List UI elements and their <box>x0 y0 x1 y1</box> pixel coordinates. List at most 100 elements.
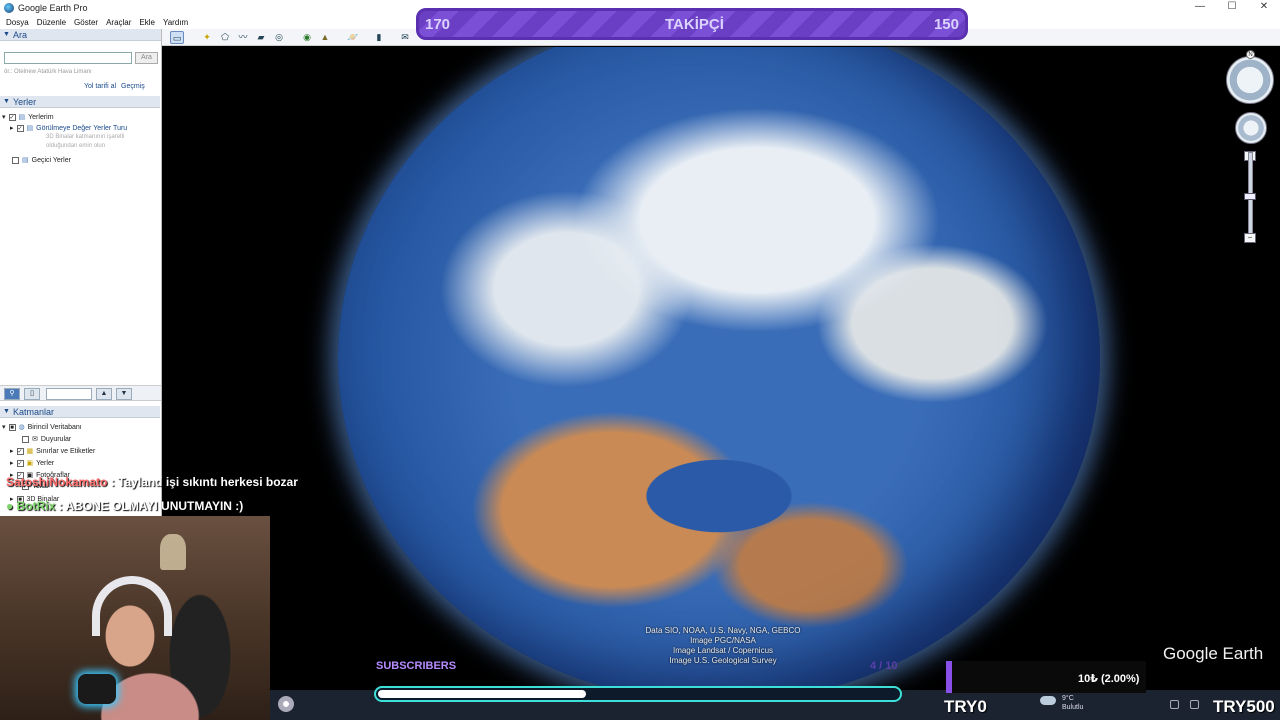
planets-icon[interactable]: 🪐 <box>346 31 360 44</box>
historical-imagery-icon[interactable]: ▲ <box>318 31 332 44</box>
donation-target: TRY500 <box>1213 697 1275 716</box>
start-button-icon[interactable] <box>278 696 294 712</box>
checkbox[interactable]: ■ <box>8 423 16 431</box>
microphone <box>78 674 116 704</box>
chat-message: SatoshiNokamato : Tayland işi sıkıntı he… <box>6 475 298 489</box>
headset <box>92 576 172 636</box>
donation-current: TRY0 <box>944 697 987 716</box>
ceiling-lamp <box>160 534 186 570</box>
expand-arrow-icon[interactable]: ▸ <box>10 459 14 467</box>
tree-item-sightseeing-tour[interactable]: ▸ ✓ ▤ Görülmeye Değer Yerler Turu <box>10 124 127 132</box>
donation-goal-text: 10₺ (2.00%) <box>1078 673 1140 685</box>
folder-icon: ▤ <box>22 157 29 164</box>
overlay-icon[interactable]: ▰ <box>254 31 268 44</box>
layers-section-header[interactable]: ▼ Katmanlar <box>0 406 160 418</box>
close-button[interactable]: ✕ <box>1248 0 1280 15</box>
tour-note-line2: olduğundan emin olun <box>46 143 106 149</box>
left-sidebar: ▼ Ara Ara ör.: Otelnew Atatürk Hava Lima… <box>0 29 162 549</box>
bot-badge-icon: ● <box>6 499 14 513</box>
chat-username: BotRix <box>16 499 56 513</box>
ruler-icon[interactable]: ▮ <box>372 31 386 44</box>
menu-file[interactable]: Dosya <box>6 18 29 27</box>
earth-viewport[interactable]: Data SIO, NOAA, U.S. Navy, NGA, GEBCO Im… <box>163 47 1280 690</box>
layer-borders-labels[interactable]: ▸ ✓ ▦ Sınırlar ve Etiketler <box>10 447 95 455</box>
google-earth-logo: Google Earth <box>1163 644 1264 663</box>
checkbox[interactable]: ✓ <box>8 113 16 121</box>
menu-help[interactable]: Yardım <box>163 18 188 27</box>
google-earth-app-icon <box>4 2 14 13</box>
checkbox[interactable] <box>12 156 19 164</box>
menu-add[interactable]: Ekle <box>139 18 155 27</box>
network-tray-icon[interactable] <box>1190 700 1199 709</box>
donation-accent <box>946 661 952 693</box>
globe-icon: ◍ <box>18 424 25 431</box>
checkbox[interactable]: ✓ <box>16 124 24 132</box>
north-indicator[interactable]: N <box>1246 50 1255 59</box>
subscribers-progress-fill <box>378 690 586 698</box>
placemark-icon[interactable]: ✦ <box>200 31 214 44</box>
move-up-button[interactable]: ▲ <box>96 388 112 400</box>
layer-primary-db[interactable]: ▾ ■ ◍ Birincil Veritabanı <box>2 423 82 431</box>
collapse-triangle-icon[interactable]: ▼ <box>3 98 10 105</box>
chat-username: SatoshiNokamato <box>6 475 108 489</box>
chat-text: Tayland işi sıkıntı herkesi bozar <box>118 475 298 489</box>
maximize-button[interactable]: ☐ <box>1216 0 1248 15</box>
folder-icon: ▤ <box>26 125 34 132</box>
window-controls: — ☐ ✕ <box>1184 0 1280 15</box>
path-icon[interactable]: 〰 <box>236 31 250 44</box>
follower-goal-bar: 170 TAKİPÇİ 150 <box>416 8 968 40</box>
expand-arrow-icon[interactable]: ▸ <box>10 124 14 132</box>
weather-temp: 9°C <box>1062 695 1074 702</box>
sun-globe-icon[interactable]: ◉ <box>300 31 314 44</box>
look-around-control[interactable] <box>1235 112 1267 144</box>
panel-view-icon[interactable]: ▯ <box>24 388 40 400</box>
menu-edit[interactable]: Düzenle <box>37 18 66 27</box>
menu-view[interactable]: Göster <box>74 18 98 27</box>
search-input[interactable] <box>4 52 132 64</box>
checkbox[interactable] <box>22 435 29 443</box>
follower-left-count: 170 <box>425 16 451 33</box>
move-down-button[interactable]: ▼ <box>116 388 132 400</box>
places-section-header[interactable]: ▼ Yerler <box>0 96 160 108</box>
zoom-out-button[interactable]: − <box>1244 233 1256 243</box>
follower-right-count: 150 <box>933 16 959 33</box>
collapse-triangle-icon[interactable]: ▼ <box>3 31 10 38</box>
expand-arrow-icon[interactable]: ▾ <box>2 423 6 431</box>
layer-announcements[interactable]: ✉ Duyurular <box>22 435 71 443</box>
minimize-button[interactable]: — <box>1184 0 1216 15</box>
history-link[interactable]: Geçmiş <box>121 83 145 90</box>
places-filter-input[interactable] <box>46 388 92 400</box>
expand-arrow-icon[interactable]: ▾ <box>2 113 6 121</box>
menu-tools[interactable]: Araçlar <box>106 18 131 27</box>
collapse-triangle-icon[interactable]: ▼ <box>3 408 10 415</box>
tree-item-my-places[interactable]: ▾ ✓ ▤ Yerlerim <box>2 113 54 121</box>
expand-arrow-icon[interactable]: ▸ <box>10 447 14 455</box>
email-icon[interactable]: ✉ <box>398 31 412 44</box>
search-section-header[interactable]: ▼ Ara <box>0 29 161 41</box>
microphone-tray-icon[interactable] <box>1170 700 1179 709</box>
webcam-feed <box>0 516 270 720</box>
search-places-icon[interactable]: ⚲ <box>4 388 20 400</box>
polygon-icon[interactable]: ⬠ <box>218 31 232 44</box>
compass-navigation-control[interactable] <box>1226 56 1274 104</box>
subscribers-progress-bar <box>374 686 902 702</box>
tour-icon[interactable]: ◎ <box>272 31 286 44</box>
checkbox[interactable]: ✓ <box>16 459 24 467</box>
sidebar-toggle-icon[interactable]: ▭ <box>170 31 184 44</box>
cloud-icon <box>1040 696 1056 705</box>
search-links: Yol tarifi al Geçmiş <box>84 83 145 90</box>
zoom-slider-handle[interactable] <box>1244 193 1256 200</box>
borders-icon: ▦ <box>26 448 34 455</box>
search-hint: ör.: Otelnew Atatürk Hava Limanı <box>4 69 92 75</box>
earth-globe[interactable] <box>338 47 1100 690</box>
tree-item-temporary-places[interactable]: ▤ Geçici Yerler <box>12 156 71 164</box>
chat-message: ● BotRix : ABONE OLMAYI UNUTMAYIN :) <box>6 499 244 513</box>
places-toolbar: ⚲ ▯ ▲ ▼ <box>0 385 161 401</box>
follower-title: TAKİPÇİ <box>665 16 724 33</box>
window-title: Google Earth Pro <box>18 2 88 13</box>
checkbox[interactable]: ✓ <box>16 447 24 455</box>
search-button[interactable]: Ara <box>135 52 158 64</box>
directions-link[interactable]: Yol tarifi al <box>84 83 116 90</box>
layer-places[interactable]: ▸ ✓ ▣ Yerler <box>10 459 54 467</box>
imagery-attribution: Data SIO, NOAA, U.S. Navy, NGA, GEBCO Im… <box>645 626 801 665</box>
